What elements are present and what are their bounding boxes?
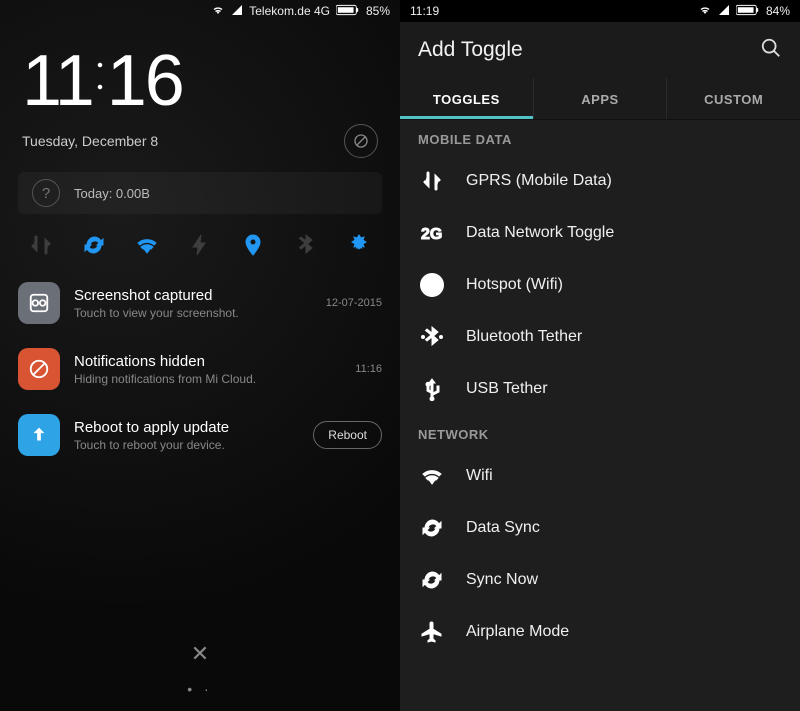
battery-pct: 85% bbox=[366, 4, 390, 18]
page-indicator: • · bbox=[0, 681, 400, 697]
block-icon bbox=[18, 348, 60, 390]
clock-minutes: 16 bbox=[107, 40, 183, 122]
notification-timestamp: 12-07-2015 bbox=[326, 297, 382, 309]
date-label: Tuesday, December 8 bbox=[22, 133, 158, 149]
item-label: Hotspot (Wifi) bbox=[466, 276, 563, 294]
item-data-sync[interactable]: Data Sync bbox=[400, 502, 800, 554]
section-header-mobile-data: MOBILE DATA bbox=[400, 120, 800, 155]
item-label: Bluetooth Tether bbox=[466, 328, 582, 346]
notification-title: Screenshot captured bbox=[74, 287, 312, 304]
data-usage-row[interactable]: ? Today: 0.00B bbox=[18, 172, 382, 214]
page-title: Add Toggle bbox=[418, 38, 523, 62]
sync-now-icon bbox=[418, 568, 446, 592]
battery-icon bbox=[736, 4, 760, 19]
toggle-wifi[interactable] bbox=[132, 230, 162, 260]
wifi-icon bbox=[211, 4, 225, 19]
item-label: Data Sync bbox=[466, 519, 540, 537]
toggle-bluetooth[interactable] bbox=[291, 230, 321, 260]
item-label: Data Network Toggle bbox=[466, 224, 614, 242]
notification-subtitle: Touch to reboot your device. bbox=[74, 438, 299, 452]
data-usage-label: Today: 0.00B bbox=[74, 186, 150, 201]
toggle-auto-brightness[interactable]: A bbox=[344, 230, 374, 260]
reboot-button[interactable]: Reboot bbox=[313, 421, 382, 449]
item-sync-now[interactable]: Sync Now bbox=[400, 554, 800, 606]
usb-icon bbox=[418, 377, 446, 401]
status-time: 11:19 bbox=[410, 4, 439, 18]
battery-icon bbox=[336, 4, 360, 19]
item-2g[interactable]: 2G Data Network Toggle bbox=[400, 207, 800, 259]
clock-colon bbox=[93, 40, 107, 106]
notification-hidden[interactable]: Notifications hidden Hiding notification… bbox=[0, 336, 400, 402]
notification-timestamp: 11:16 bbox=[355, 363, 382, 375]
battery-pct: 84% bbox=[766, 4, 790, 18]
list[interactable]: MOBILE DATA GPRS (Mobile Data) 2G Data N… bbox=[400, 120, 800, 658]
item-label: USB Tether bbox=[466, 380, 548, 398]
tab-toggles[interactable]: TOGGLES bbox=[400, 78, 534, 119]
item-label: Sync Now bbox=[466, 571, 538, 589]
sync-icon bbox=[418, 516, 446, 540]
quick-toggles: A bbox=[0, 214, 400, 270]
notification-update[interactable]: Reboot to apply update Touch to reboot y… bbox=[0, 402, 400, 468]
tab-custom[interactable]: CUSTOM bbox=[667, 78, 800, 119]
item-label: Wifi bbox=[466, 467, 493, 485]
notification-title: Reboot to apply update bbox=[74, 419, 299, 436]
toggle-sync[interactable] bbox=[79, 230, 109, 260]
lock-clock: 11 16 bbox=[0, 22, 400, 124]
hotspot-icon bbox=[418, 273, 446, 297]
settings-shortcut-button[interactable] bbox=[344, 124, 378, 158]
section-header-network: NETWORK bbox=[400, 415, 800, 450]
2g-icon: 2G bbox=[418, 221, 446, 245]
notification-subtitle: Hiding notifications from Mi Cloud. bbox=[74, 372, 341, 386]
item-label: GPRS (Mobile Data) bbox=[466, 172, 612, 190]
item-gprs[interactable]: GPRS (Mobile Data) bbox=[400, 155, 800, 207]
clock-hours: 11 bbox=[22, 40, 93, 122]
wifi-icon bbox=[418, 464, 446, 488]
item-label: Airplane Mode bbox=[466, 623, 569, 641]
item-usb-tether[interactable]: USB Tether bbox=[400, 363, 800, 415]
signal-icon bbox=[231, 4, 243, 19]
notification-title: Notifications hidden bbox=[74, 353, 341, 370]
item-airplane[interactable]: Airplane Mode bbox=[400, 606, 800, 658]
title-bar: Add Toggle bbox=[400, 22, 800, 78]
tab-apps[interactable]: APPS bbox=[534, 78, 668, 119]
notification-subtitle: Touch to view your screenshot. bbox=[74, 306, 312, 320]
notification-screenshot[interactable]: Screenshot captured Touch to view your s… bbox=[0, 270, 400, 336]
bluetooth-tether-icon bbox=[418, 325, 446, 349]
airplane-icon bbox=[418, 620, 446, 644]
status-bar-left: Telekom.de 4G 85% bbox=[0, 0, 400, 22]
item-hotspot[interactable]: Hotspot (Wifi) bbox=[400, 259, 800, 311]
clear-all-button[interactable]: ✕ bbox=[0, 641, 400, 667]
tab-bar: TOGGLES APPS CUSTOM bbox=[400, 78, 800, 120]
help-icon: ? bbox=[32, 179, 60, 207]
signal-icon bbox=[718, 4, 730, 19]
svg-text:2G: 2G bbox=[421, 226, 442, 243]
data-arrows-icon bbox=[418, 169, 446, 193]
update-icon bbox=[18, 414, 60, 456]
toggle-location[interactable] bbox=[238, 230, 268, 260]
toggle-mobile-data[interactable] bbox=[26, 230, 56, 260]
carrier-label: Telekom.de 4G bbox=[249, 4, 330, 18]
item-bt-tether[interactable]: Bluetooth Tether bbox=[400, 311, 800, 363]
screenshot-icon bbox=[18, 282, 60, 324]
toggle-flashlight[interactable] bbox=[185, 230, 215, 260]
wifi-icon bbox=[698, 4, 712, 19]
status-bar-right: 11:19 84% bbox=[400, 0, 800, 22]
item-wifi[interactable]: Wifi bbox=[400, 450, 800, 502]
search-button[interactable] bbox=[760, 37, 782, 64]
svg-text:A: A bbox=[357, 241, 363, 250]
